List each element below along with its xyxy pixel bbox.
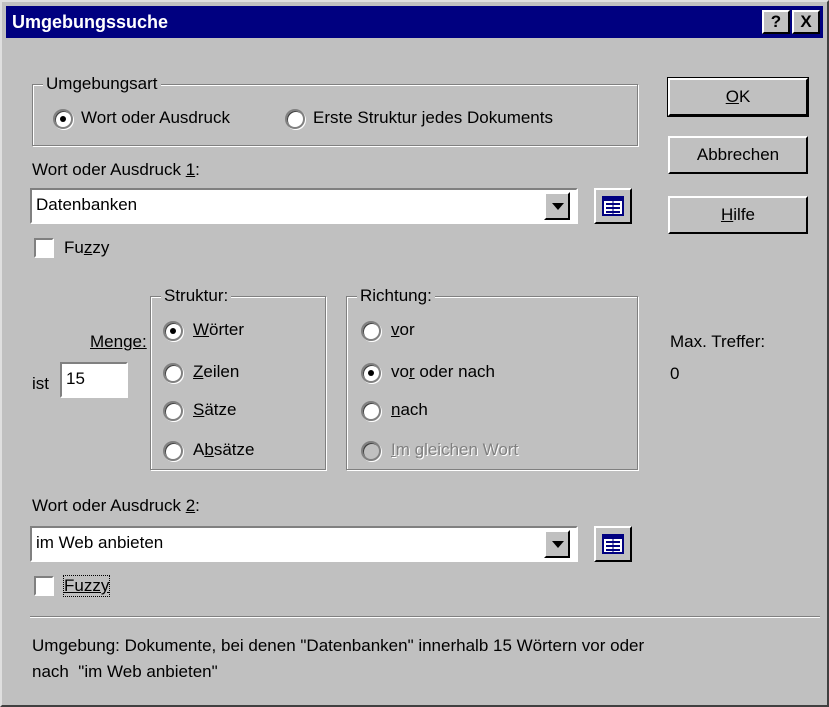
word2-fuzzy-checkbox[interactable] [34,576,54,596]
dialog-window: Umgebungssuche ? X Umgebungsart Wort ode… [0,0,829,707]
word1-value: Datenbanken [36,195,138,214]
menge-input[interactable]: 15 [60,362,128,398]
umgebungsart-group: Umgebungsart Wort oder Ausdruck Erste St… [32,74,638,146]
radio-vor-oder-nach[interactable] [361,363,381,383]
summary-line2: nach "im Web anbieten" [32,662,218,681]
radio-zeilen-label: Zeilen [193,362,240,381]
struktur-title: Struktur: [161,286,232,306]
word1-list-button[interactable] [594,188,632,224]
max-treffer-value: 0 [670,364,680,383]
radio-saetze-label: Sätze [193,400,237,419]
radio-wort-oder-ausdruck[interactable] [53,109,73,129]
radio-wort-oder-ausdruck-label: Wort oder Ausdruck [81,108,230,127]
radio-absaetze[interactable] [163,441,183,461]
radio-woerter-label: Wörter [193,320,245,339]
radio-vor-label: vor [391,320,415,339]
word1-dropdown-arrow[interactable] [544,192,570,220]
radio-absaetze-label: Absätze [193,440,255,459]
radio-zeilen[interactable] [163,363,183,383]
word2-value: im Web anbieten [36,533,164,552]
word1-label: Wort oder Ausdruck 1: [32,160,200,179]
help-button[interactable]: Hilfe [668,196,808,234]
word1-fuzzy-label: Fuzzy [64,238,110,257]
close-title-button[interactable]: X [792,10,820,34]
word2-combobox[interactable]: im Web anbieten [30,526,578,562]
window-title: Umgebungssuche [12,12,169,32]
max-treffer-label: Max. Treffer: [670,332,766,351]
title-bar: Umgebungssuche ? X [6,6,823,38]
richtung-group: Richtung: vor vor oder nach nach Im glei… [346,286,638,470]
radio-erste-struktur[interactable] [285,109,305,129]
radio-im-gleichen-wort [361,441,381,461]
radio-saetze[interactable] [163,401,183,421]
word1-combobox[interactable]: Datenbanken [30,188,578,224]
word-list-icon [602,534,624,554]
word2-fuzzy-label: Fuzzy [62,575,111,597]
radio-vor[interactable] [361,321,381,341]
word2-list-button[interactable] [594,526,632,562]
cancel-button[interactable]: Abbrechen [668,136,808,174]
help-title-button[interactable]: ? [762,10,790,34]
word-list-icon [602,196,624,216]
word2-dropdown-arrow[interactable] [544,530,570,558]
struktur-group: Struktur: Wörter Zeilen Sätze Absätze [150,286,326,470]
word1-fuzzy-checkbox[interactable] [34,238,54,258]
separator [30,616,820,618]
radio-erste-struktur-label: Erste Struktur jedes Dokuments [313,108,553,127]
radio-nach[interactable] [361,401,381,421]
menge-value: 15 [66,369,85,388]
umgebungsart-title: Umgebungsart [43,74,161,94]
radio-woerter[interactable] [163,321,183,341]
radio-nach-label: nach [391,400,428,419]
richtung-title: Richtung: [357,286,435,306]
word2-label: Wort oder Ausdruck 2: [32,496,200,515]
ok-button[interactable]: OK [667,77,809,117]
menge-label: Menge: [90,332,147,351]
radio-im-gleichen-wort-label: Im gleichen Wort [391,440,519,459]
summary-line1: Umgebung: Dokumente, bei denen "Datenban… [32,636,645,655]
menge-prefix: ist [32,374,49,393]
radio-vor-oder-nach-label: vor oder nach [391,362,495,381]
